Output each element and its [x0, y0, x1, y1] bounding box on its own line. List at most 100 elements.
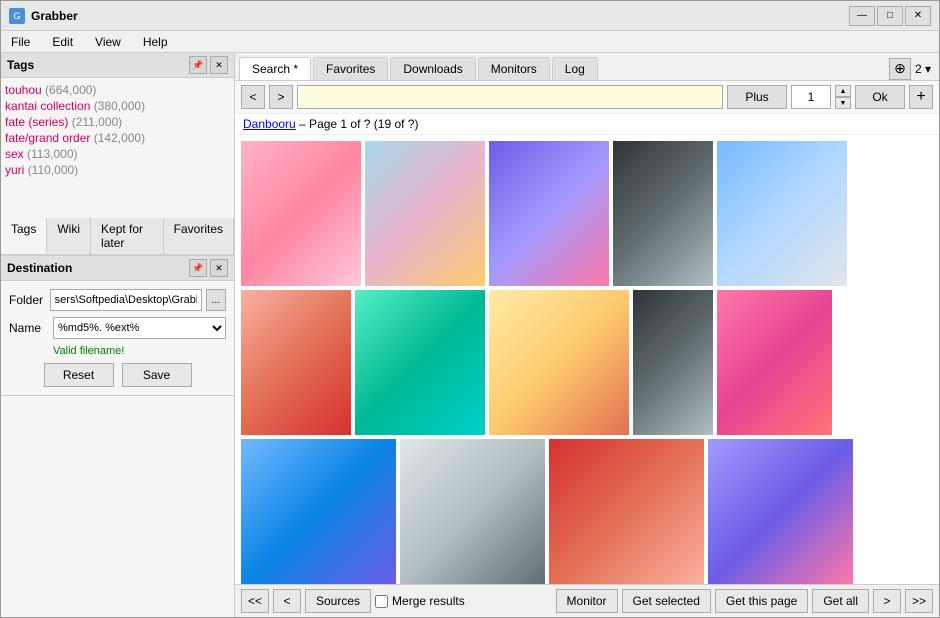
- tag-item[interactable]: sex (113,000): [5, 146, 230, 162]
- destination-panel-close[interactable]: ✕: [210, 259, 228, 277]
- destination-panel-title: Destination: [7, 261, 72, 275]
- tab-kept-for-later[interactable]: Kept for later: [91, 218, 164, 254]
- title-controls: — □ ✕: [849, 6, 931, 26]
- last-page-button[interactable]: >>: [905, 589, 933, 613]
- destination-content: Folder ... Name %md5%. %ext% Valid filen…: [1, 281, 234, 395]
- tab-log[interactable]: Log: [552, 57, 598, 80]
- page-number-input[interactable]: [791, 85, 831, 109]
- prev-page-button[interactable]: <: [273, 589, 301, 613]
- image-thumb[interactable]: [241, 439, 396, 584]
- destination-buttons: Reset Save: [9, 363, 226, 387]
- menu-file[interactable]: File: [5, 33, 36, 51]
- maximize-button[interactable]: □: [877, 6, 903, 26]
- page-info: Danbooru – Page 1 of ? (19 of ?): [235, 114, 939, 135]
- tag-item[interactable]: touhou (664,000): [5, 82, 230, 98]
- image-thumb[interactable]: [549, 439, 704, 584]
- tag-item[interactable]: kantai collection (380,000): [5, 98, 230, 114]
- image-thumb[interactable]: [400, 439, 545, 584]
- tags-panel-close[interactable]: ✕: [210, 56, 228, 74]
- search-bar: < > Plus ▲ ▼ Ok +: [235, 81, 939, 114]
- tag-count: (113,000): [27, 147, 77, 161]
- search-next-button[interactable]: >: [269, 85, 293, 109]
- image-thumb[interactable]: [241, 141, 361, 286]
- image-thumb[interactable]: [489, 290, 629, 435]
- left-panel: Tags 📌 ✕ touhou (664,000) kantai collect…: [1, 53, 235, 617]
- page-down-button[interactable]: ▼: [835, 97, 851, 109]
- image-thumb[interactable]: [365, 141, 485, 286]
- image-thumb[interactable]: [489, 141, 609, 286]
- get-page-button[interactable]: Get this page: [715, 589, 808, 613]
- tag-item[interactable]: fate (series) (211,000): [5, 114, 230, 130]
- folder-browse-button[interactable]: ...: [206, 289, 226, 311]
- image-thumb[interactable]: [613, 141, 713, 286]
- tab-favorites[interactable]: Favorites: [164, 218, 234, 254]
- name-label: Name: [9, 321, 49, 335]
- menu-bar: File Edit View Help: [1, 31, 939, 53]
- tab-search[interactable]: Search *: [239, 57, 311, 80]
- folder-label: Folder: [9, 293, 46, 307]
- tag-name: fate (series): [5, 115, 68, 129]
- name-row: Name %md5%. %ext%: [9, 317, 226, 339]
- image-thumb[interactable]: [633, 290, 713, 435]
- tab-wiki[interactable]: Wiki: [47, 218, 91, 254]
- destination-panel-pin[interactable]: 📌: [189, 259, 207, 277]
- left-panel-tabs: Tags Wiki Kept for later Favorites: [1, 218, 234, 255]
- title-bar: G Grabber — □ ✕: [1, 1, 939, 31]
- tag-item[interactable]: fate/grand order (142,000): [5, 130, 230, 146]
- tag-count: (142,000): [94, 131, 145, 145]
- main-content: Tags 📌 ✕ touhou (664,000) kantai collect…: [1, 53, 939, 617]
- add-tab-button[interactable]: ⊕: [889, 58, 911, 80]
- page-spinners: ▲ ▼: [835, 85, 851, 109]
- sources-button[interactable]: Sources: [305, 589, 371, 613]
- get-selected-button[interactable]: Get selected: [622, 589, 711, 613]
- main-tab-bar: Search * Favorites Downloads Monitors Lo…: [235, 53, 939, 81]
- destination-section: Destination 📌 ✕ Folder ... Name: [1, 256, 234, 396]
- image-thumb[interactable]: [241, 290, 351, 435]
- tag-name: fate/grand order: [5, 131, 90, 145]
- reset-button[interactable]: Reset: [44, 363, 114, 387]
- tags-panel-title: Tags: [7, 58, 34, 72]
- save-button[interactable]: Save: [122, 363, 192, 387]
- name-select[interactable]: %md5%. %ext%: [53, 317, 226, 339]
- close-button[interactable]: ✕: [905, 6, 931, 26]
- image-grid: [235, 135, 939, 584]
- image-thumb[interactable]: [355, 290, 485, 435]
- menu-help[interactable]: Help: [137, 33, 174, 51]
- image-thumb[interactable]: [708, 439, 853, 584]
- tag-name: yuri: [5, 163, 24, 177]
- site-link[interactable]: Danbooru: [243, 117, 296, 131]
- image-thumb[interactable]: [717, 141, 847, 286]
- tag-count: (110,000): [28, 163, 78, 177]
- tab-tags[interactable]: Tags: [1, 218, 47, 254]
- tags-list: touhou (664,000) kantai collection (380,…: [1, 78, 234, 218]
- search-input[interactable]: [297, 85, 723, 109]
- merge-label: Merge results: [375, 594, 465, 608]
- main-window: G Grabber — □ ✕ File Edit View Help Tags…: [0, 0, 940, 618]
- tags-panel-pin[interactable]: 📌: [189, 56, 207, 74]
- tab-monitors[interactable]: Monitors: [478, 57, 550, 80]
- monitor-button[interactable]: Monitor: [556, 589, 618, 613]
- tag-name: touhou: [5, 83, 42, 97]
- destination-panel-header: Destination 📌 ✕: [1, 256, 234, 281]
- tag-item[interactable]: yuri (110,000): [5, 162, 230, 178]
- page-up-button[interactable]: ▲: [835, 85, 851, 97]
- first-page-button[interactable]: <<: [241, 589, 269, 613]
- merge-checkbox[interactable]: [375, 595, 388, 608]
- add-search-button[interactable]: +: [909, 85, 933, 109]
- plus-button[interactable]: Plus: [727, 85, 787, 109]
- tag-name: sex: [5, 147, 24, 161]
- search-prev-button[interactable]: <: [241, 85, 265, 109]
- minimize-button[interactable]: —: [849, 6, 875, 26]
- tab-favorites[interactable]: Favorites: [313, 57, 388, 80]
- tab-downloads[interactable]: Downloads: [390, 57, 475, 80]
- tags-panel-header: Tags 📌 ✕: [1, 53, 234, 78]
- tag-name: kantai collection: [5, 99, 90, 113]
- folder-input[interactable]: [50, 289, 202, 311]
- menu-view[interactable]: View: [89, 33, 127, 51]
- get-all-button[interactable]: Get all: [812, 589, 869, 613]
- image-thumb[interactable]: [717, 290, 832, 435]
- menu-edit[interactable]: Edit: [46, 33, 79, 51]
- ok-button[interactable]: Ok: [855, 85, 905, 109]
- next-page-button[interactable]: >: [873, 589, 901, 613]
- folder-row: Folder ...: [9, 289, 226, 311]
